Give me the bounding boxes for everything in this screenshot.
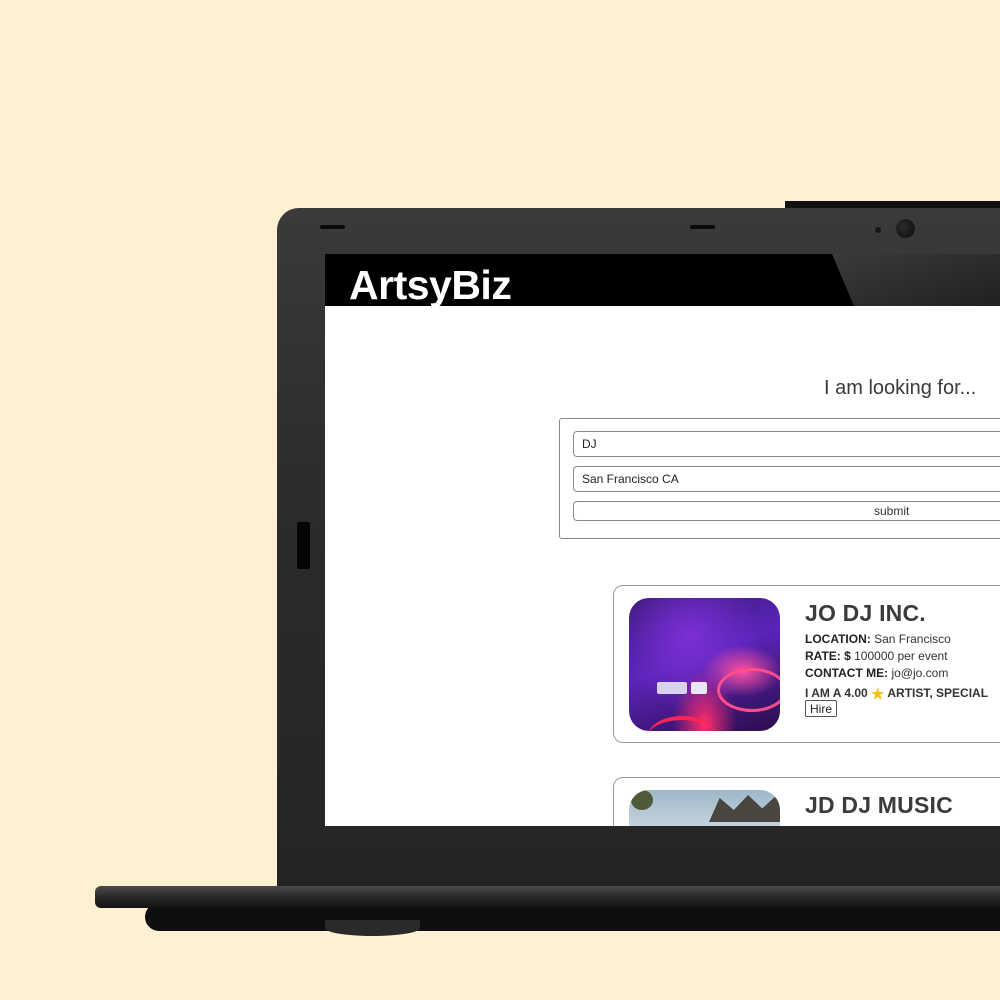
contact-email[interactable]: jo@jo.com (891, 666, 948, 680)
result-card: JO DJ INC. LOCATION: San Francisco RATE:… (613, 585, 1000, 743)
side-port (297, 522, 310, 569)
image-detail (709, 792, 780, 822)
laptop-foot (325, 920, 420, 936)
contact-line: CONTACT ME: jo@jo.com (805, 666, 948, 680)
navbar: ArtsyBiz (325, 254, 1000, 309)
image-detail (647, 716, 717, 731)
search-heading: I am looking for... (824, 377, 977, 399)
bezel-slot (320, 225, 345, 229)
location-value: San Francisco (874, 632, 951, 646)
location-input[interactable] (573, 466, 1000, 492)
dj-turntable-photo (629, 598, 780, 731)
contact-label: CONTACT ME: (805, 666, 889, 680)
rating-prefix: I AM A 4.00 (805, 686, 868, 700)
rate-value: 100000 per event (854, 649, 948, 663)
camera-indicator-icon (875, 227, 881, 233)
artist-name[interactable]: JD DJ MUSIC (805, 792, 953, 819)
rating-line: I AM A 4.00 ★ ARTIST, SPECIAL (805, 683, 989, 703)
image-detail (657, 682, 687, 694)
image-detail (717, 668, 780, 712)
image-detail (691, 682, 707, 694)
location-line: LOCATION: San Francisco (805, 632, 951, 646)
laptop-screen: ArtsyBiz I am looking for... submit JO D… (325, 254, 1000, 826)
rating-suffix: ARTIST, SPECIAL (887, 686, 989, 700)
image-detail (631, 790, 653, 810)
artist-name[interactable]: JO DJ INC. (805, 600, 926, 627)
brand-logo[interactable]: ArtsyBiz (349, 262, 512, 309)
street-photo (629, 790, 780, 826)
submit-button[interactable]: submit (573, 501, 1000, 521)
result-card: JD DJ MUSIC (613, 777, 1000, 826)
bezel-slot (690, 225, 715, 229)
star-icon: ★ (871, 686, 885, 703)
laptop-base (95, 886, 1000, 908)
rate-line: RATE: $ 100000 per event (805, 649, 948, 663)
rate-label: RATE: $ (805, 649, 851, 663)
location-label: LOCATION: (805, 632, 871, 646)
navbar-accent (832, 254, 1000, 306)
search-form: submit (559, 418, 1000, 539)
category-input[interactable] (573, 431, 1000, 457)
webcam-icon (896, 219, 915, 238)
hire-button[interactable]: Hire (805, 700, 838, 717)
